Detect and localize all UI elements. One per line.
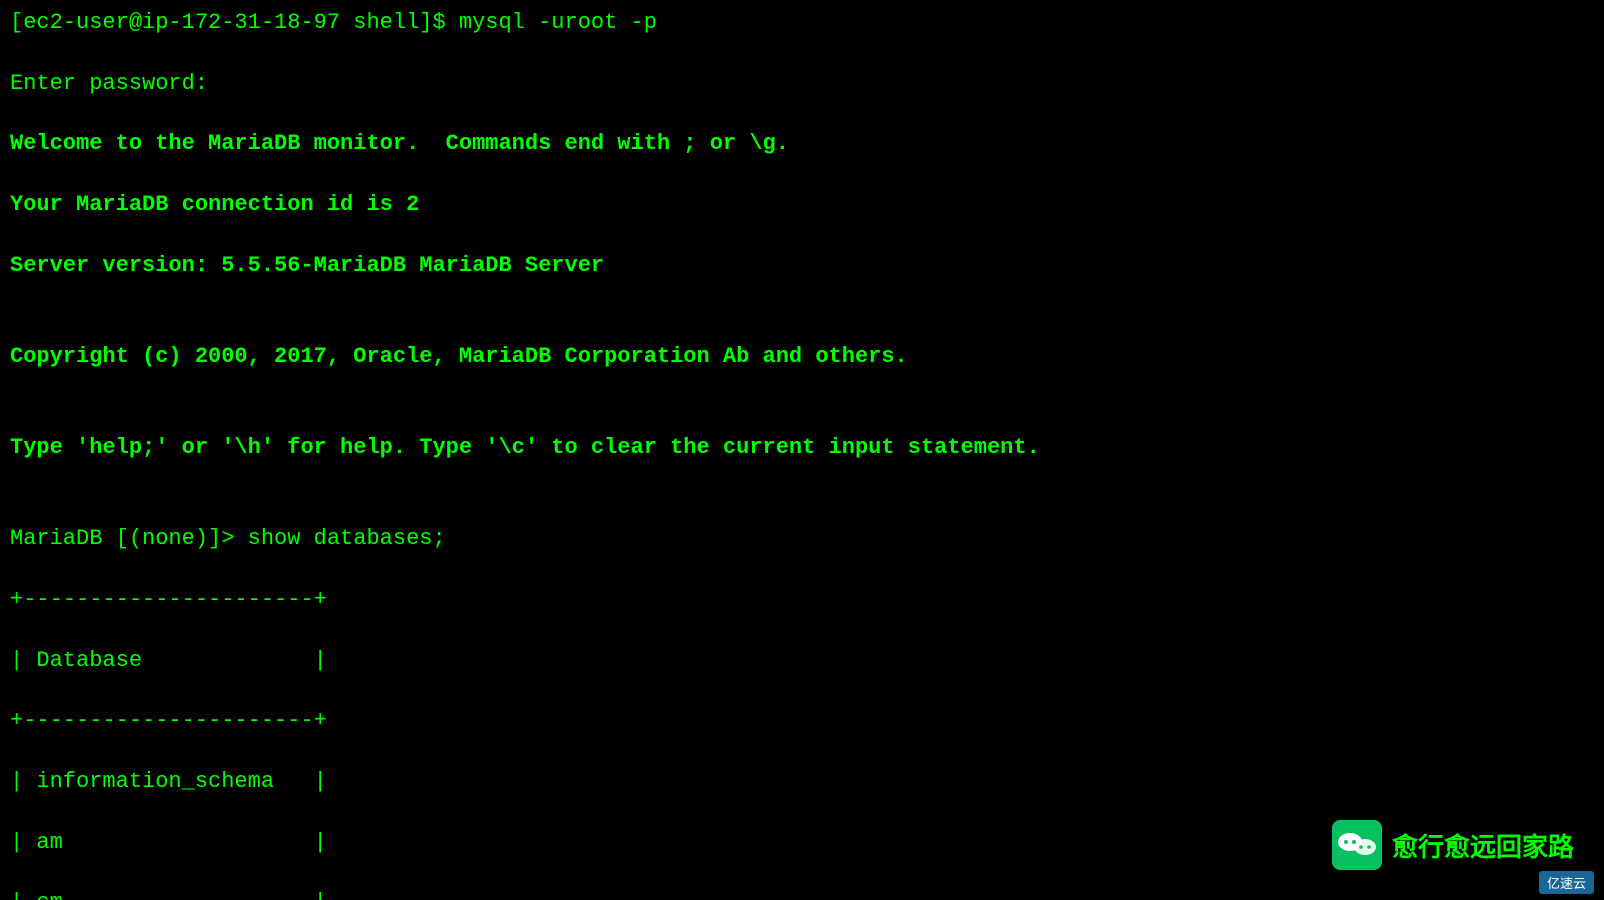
terminal-line: | Database | [10, 646, 1594, 676]
terminal-line: Enter password: [10, 69, 1594, 99]
terminal-line: | cm | [10, 888, 1594, 900]
terminal-line: Copyright (c) 2000, 2017, Oracle, MariaD… [10, 342, 1594, 372]
terminal-line: Type 'help;' or '\h' for help. Type '\c'… [10, 433, 1594, 463]
terminal: [ec2-user@ip-172-31-18-97 shell]$ mysql … [0, 0, 1604, 900]
wechat-icon [1332, 820, 1382, 870]
terminal-line: [ec2-user@ip-172-31-18-97 shell]$ mysql … [10, 8, 1594, 38]
yisunyun-badge: 亿速云 [1539, 871, 1594, 894]
watermark-text: 愈行愈远回家路 [1392, 827, 1574, 864]
terminal-line: Welcome to the MariaDB monitor. Commands… [10, 129, 1594, 159]
terminal-line: | information_schema | [10, 767, 1594, 797]
terminal-line: Your MariaDB connection id is 2 [10, 190, 1594, 220]
watermark: 愈行愈远回家路 [1332, 820, 1574, 870]
terminal-line: MariaDB [(none)]> show databases; [10, 524, 1594, 554]
terminal-line: Server version: 5.5.56-MariaDB MariaDB S… [10, 251, 1594, 281]
terminal-line: +----------------------+ [10, 706, 1594, 736]
terminal-line: +----------------------+ [10, 585, 1594, 615]
